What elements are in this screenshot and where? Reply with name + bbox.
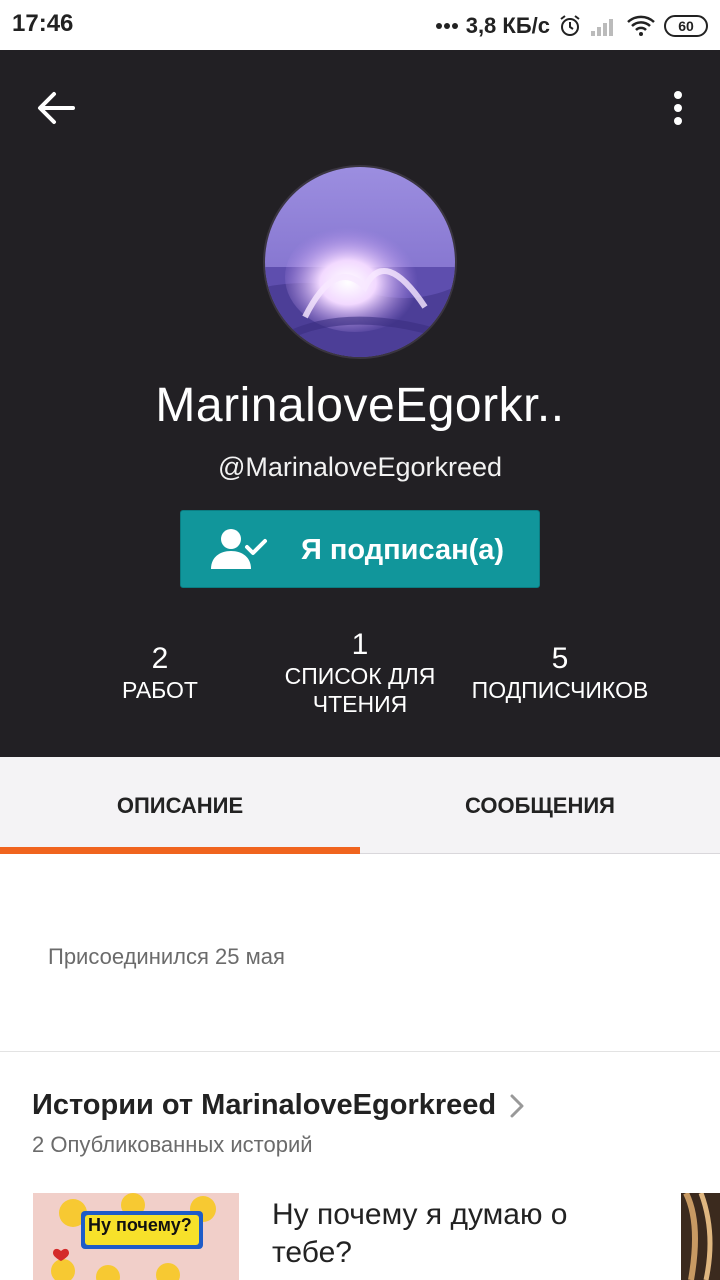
net-speed: 3,8 КБ/с bbox=[465, 13, 550, 38]
status-bar: 17:46 3,8 КБ/с 60 bbox=[0, 0, 720, 50]
stat-reading-lists[interactable]: 1 СПИСОК ДЛЯ ЧТЕНИЯ bbox=[260, 628, 460, 718]
profile-header: MarinaloveEgorkr.. @MarinaloveEgorkreed … bbox=[0, 50, 720, 757]
stat-works-label: РАБОТ bbox=[122, 677, 198, 703]
chevron-right-icon bbox=[510, 1094, 524, 1117]
stat-reading-count: 1 bbox=[351, 628, 369, 661]
story-cover[interactable]: Ну почему? bbox=[33, 1193, 239, 1280]
profile-stats: 2 РАБОТ 1 СПИСОК ДЛЯ ЧТЕНИЯ 5 ПОДПИСЧИКО… bbox=[0, 628, 720, 738]
status-time: 17:46 bbox=[12, 10, 74, 37]
story-cover-text: Ну почему? bbox=[88, 1215, 192, 1235]
stories-title: Истории от MarinaloveEgorkreed bbox=[32, 1089, 497, 1121]
follow-button-label: Я подписан(а) bbox=[301, 534, 505, 566]
story-title[interactable]: Ну почему я думаю о тебе? bbox=[272, 1196, 632, 1272]
stat-followers-label: ПОДПИСЧИКОВ bbox=[471, 677, 649, 703]
wifi-icon bbox=[626, 15, 656, 37]
username: @MarinaloveEgorkreed bbox=[217, 452, 503, 482]
back-button[interactable] bbox=[30, 86, 82, 130]
profile-tabs: ОПИСАНИЕ СООБЩЕНИЯ bbox=[0, 757, 720, 854]
avatar bbox=[263, 165, 457, 359]
user-check-icon bbox=[209, 525, 271, 578]
stat-works-count: 2 bbox=[151, 642, 169, 675]
stat-followers-count: 5 bbox=[551, 642, 569, 675]
arrow-left-icon bbox=[38, 92, 75, 124]
dots-icon bbox=[435, 22, 458, 30]
battery-icon: 60 bbox=[664, 15, 708, 37]
stories-section-header[interactable]: Истории от MarinaloveEgorkreed bbox=[32, 1089, 524, 1122]
joined-date: Присоединился 25 мая bbox=[48, 944, 285, 969]
stat-followers[interactable]: 5 ПОДПИСЧИКОВ bbox=[460, 642, 660, 704]
stat-works[interactable]: 2 РАБОТ bbox=[60, 642, 260, 704]
story-cover-next[interactable] bbox=[681, 1193, 720, 1280]
alarm-icon bbox=[558, 14, 582, 38]
stat-reading-label-line2: ЧТЕНИЯ bbox=[312, 691, 408, 717]
tab-messages[interactable]: СООБЩЕНИЯ bbox=[360, 757, 720, 854]
more-options-button[interactable] bbox=[666, 86, 690, 130]
stories-count: 2 Опубликованных историй bbox=[32, 1132, 313, 1157]
tab-about[interactable]: ОПИСАНИЕ bbox=[0, 757, 360, 854]
follow-button[interactable]: Я подписан(а) bbox=[180, 510, 540, 588]
stat-reading-label-line1: СПИСОК ДЛЯ bbox=[284, 663, 436, 689]
status-right: 3,8 КБ/с 60 bbox=[435, 10, 708, 42]
signal-icon bbox=[590, 15, 618, 37]
tab-active-indicator bbox=[0, 847, 360, 854]
more-vertical-icon bbox=[674, 91, 682, 125]
display-name: MarinaloveEgorkr.. bbox=[155, 379, 565, 432]
section-divider bbox=[0, 1051, 720, 1052]
